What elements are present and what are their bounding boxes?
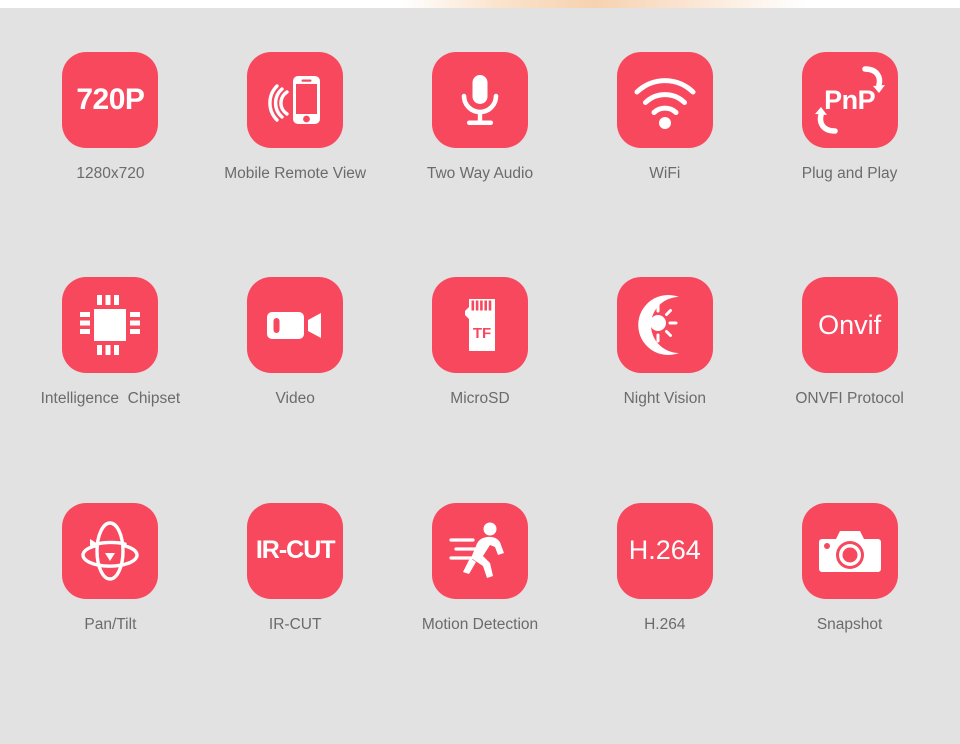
pan-tilt-icon[interactable] [62,502,159,599]
feature-label: Mobile Remote View [224,165,367,182]
feature-label: Snapshot [816,615,883,633]
feature-cell-pan-tilt[interactable]: Pan/Tilt [18,459,203,684]
feature-label: ONVFI Protocol [795,390,904,408]
tile-label-ir-cut: IR-CUT [255,536,336,565]
feature-cell-onvif[interactable]: Onvif ONVFI Protocol [757,233,942,458]
feature-label: Video [275,390,315,408]
onvif-icon[interactable]: Onvif [801,277,898,374]
svg-text:TF: TF [473,325,491,342]
feature-label: 1280x720 [76,165,145,182]
feature-cell-snapshot[interactable]: Snapshot [757,459,942,684]
night-vision-icon[interactable] [616,277,713,374]
feature-cell-night-vision[interactable]: Night Vision [572,233,757,458]
feature-label: Pan/Tilt [84,615,137,633]
mobile-remote-view-icon[interactable] [247,52,344,148]
feature-label: IR-CUT [268,615,322,633]
feature-cell-microsd[interactable]: TF MicroSD [388,233,573,458]
feature-label: H.264 [644,615,686,633]
motion-detection-icon[interactable] [431,502,528,599]
feature-cell-wifi[interactable]: WiFi [572,8,757,233]
feature-cell-mobile-remote-view[interactable]: Mobile Remote View [203,8,388,233]
tile-label-720p: 720P [76,83,145,116]
wifi-icon[interactable] [616,52,713,148]
feature-cell-video[interactable]: Video [203,233,388,458]
feature-label: Motion Detection [421,615,539,633]
feature-label: WiFi [649,165,681,182]
ir-cut-icon[interactable]: IR-CUT [247,502,344,599]
snapshot-camera-icon[interactable] [801,502,898,599]
feature-label: Intelligence Chipset [40,390,181,408]
video-camera-icon[interactable] [247,277,344,374]
plug-and-play-icon[interactable]: PnP [801,52,898,148]
tile-label-onvif: Onvif [818,309,882,340]
feature-cell-h264[interactable]: H.264 H.264 [572,459,757,684]
feature-cell-plug-and-play[interactable]: PnP Plug and Play [757,8,942,233]
feature-label: Plug and Play [801,165,898,182]
tf-card-icon[interactable]: TF [431,277,528,374]
feature-cell-720p[interactable]: 720P 1280x720 [18,8,203,233]
feature-cell-ir-cut[interactable]: IR-CUT IR-CUT [203,459,388,684]
tile-label-pnp: PnP [824,84,876,115]
microphone-icon[interactable] [431,52,528,148]
chipset-icon[interactable] [62,277,159,374]
feature-cell-two-way-audio[interactable]: Two Way Audio [388,8,573,233]
feature-cell-chipset[interactable]: Intelligence Chipset [18,233,203,458]
tile-label-h264: H.264 [628,535,701,566]
feature-icon-grid: 720P 1280x720 Mobile Remote View Two Way… [0,8,960,744]
feature-label: Two Way Audio [426,165,534,182]
h264-icon[interactable]: H.264 [616,502,713,599]
top-decorative-strip [0,0,960,8]
resolution-720p-icon[interactable]: 720P [62,52,159,148]
feature-cell-motion-detection[interactable]: Motion Detection [388,459,573,684]
feature-label: Night Vision [623,390,706,408]
feature-label: MicroSD [450,390,510,408]
